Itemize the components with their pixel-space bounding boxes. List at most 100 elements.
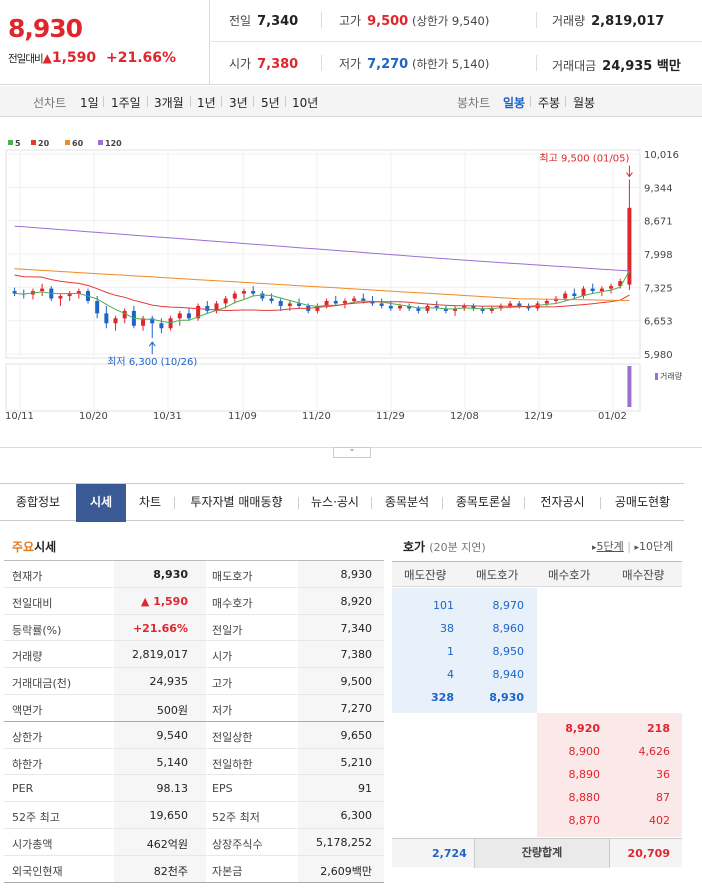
candle-body [572, 293, 577, 297]
total-ask-qty: 2,724 [432, 847, 467, 860]
ask-row[interactable]: 4 8,940 [392, 663, 682, 686]
row-value-right: 9,650 [340, 728, 373, 742]
bid-price: 8,880 [568, 791, 601, 804]
row-value-left: 2,819,017 [132, 648, 188, 662]
nav-quote[interactable]: 시세 [76, 484, 126, 522]
nav-summary[interactable]: 종합정보 [0, 484, 76, 522]
summary-row-1: 전일 7,340 고가 9,500 (상한가 9,540) 거래량 2,819,017 [211, 0, 702, 42]
candle-body [333, 300, 338, 304]
row-label-right: 전일상한 [212, 730, 253, 744]
legend-swatch [31, 140, 36, 145]
ask-row[interactable]: 328 8,930 [392, 686, 682, 709]
candle-body [287, 303, 292, 306]
candle-body [186, 313, 191, 319]
tab-candle-weekly[interactable]: 주봉 [538, 94, 560, 111]
orderbook-total: 2,724 잔량합계 20,709 [392, 838, 682, 868]
nav-chart[interactable]: 차트 [126, 484, 174, 522]
x-tick-label: 01/02 [598, 411, 627, 422]
volume-bar [627, 366, 632, 407]
depth-5-link[interactable]: 5단계 [597, 540, 624, 553]
quote-row: 거래대금(천) 24,935 고가 9,500 [4, 668, 384, 695]
bid-qty: 4,626 [638, 745, 671, 758]
bid-row[interactable]: 8,870 402 [392, 809, 682, 832]
tab-period-3m[interactable]: 3개월 [154, 94, 184, 111]
bid-row[interactable]: 8,880 87 [392, 786, 682, 809]
quote-row: 액면가 500원 저가 7,270 [4, 694, 384, 722]
bid-row[interactable]: 8,900 4,626 [392, 740, 682, 763]
candle-body [342, 300, 347, 304]
bid-row[interactable]: 8,920 218 [392, 717, 682, 740]
delay-note: (20분 지연) [429, 541, 486, 554]
row-label-right: 매도호가 [212, 570, 253, 583]
change-label: 전일대비 [8, 53, 44, 65]
tab-period-1y[interactable]: 1년 [197, 94, 216, 111]
tab-period-5y[interactable]: 5년 [261, 94, 280, 111]
candle-body [416, 308, 421, 311]
x-tick-label: 12/08 [450, 411, 479, 422]
row-label-right: EPS [212, 782, 233, 796]
tab-period-1w[interactable]: 1주일 [111, 94, 141, 111]
tab-period-10y[interactable]: 10년 [292, 94, 318, 111]
row-label-left: 등락률(%) [12, 623, 62, 637]
candle-body [508, 303, 513, 306]
nav-analysis[interactable]: 종목분석 [372, 484, 442, 522]
candle-body [398, 305, 402, 309]
row-value-right: 8,930 [340, 568, 373, 581]
open-label: 시가 [229, 57, 252, 71]
candle-body [544, 300, 549, 304]
row-value-left: 8,930 [153, 568, 188, 581]
bid-row[interactable]: 8,890 36 [392, 763, 682, 786]
quote-row: 52주 최고 19,650 52주 최저 6,300 [4, 802, 384, 829]
chevron-up-icon[interactable]: ⌃ [333, 447, 371, 458]
ask-row[interactable]: 101 8,970 [392, 594, 682, 617]
total-label: 잔량합계 [474, 839, 610, 868]
row-value-right: 6,300 [340, 809, 373, 823]
up-arrow-icon: ▲ [42, 51, 52, 65]
row-value-left: 462억원 [146, 837, 188, 851]
tab-candle-monthly[interactable]: 월봉 [573, 94, 595, 111]
nav-news[interactable]: 뉴스·공시 [299, 484, 371, 522]
legend-swatch [8, 140, 13, 145]
candle-body [251, 291, 256, 294]
tab-candle-daily[interactable]: 일봉 [503, 94, 525, 111]
bid-price: 8,900 [568, 745, 601, 758]
ask-row[interactable]: 38 8,960 [392, 617, 682, 640]
quote-row: 거래량 2,819,017 시가 7,380 [4, 641, 384, 669]
legend-label: 20 [38, 139, 50, 148]
nav-disclosure[interactable]: 전자공시 [525, 484, 600, 522]
upper-limit: (상한가 9,540) [412, 14, 490, 28]
bid-price: 8,920 [565, 722, 600, 735]
tab-period-1d[interactable]: 1일 [80, 94, 99, 111]
depth-10-link[interactable]: 10단계 [639, 540, 673, 553]
row-label-left: 전일대비 [12, 596, 53, 610]
x-tick-label: 10/11 [5, 411, 34, 422]
line-chart-label: 선차트 [33, 96, 67, 110]
ask-row[interactable]: 1 8,950 [392, 640, 682, 663]
max-price-annotation: 최고 9,500 (01/05) [539, 153, 629, 165]
legend-swatch [65, 140, 70, 145]
candle-body [379, 303, 384, 306]
row-label-right: 전일가 [212, 623, 243, 637]
col-bid-price: 매수호가 [548, 568, 591, 582]
low-label: 저가 [339, 57, 362, 71]
candle-body [563, 293, 568, 299]
x-tick-label: 12/19 [524, 411, 553, 422]
legend-label: 5 [15, 139, 21, 148]
row-value-left: 19,650 [149, 809, 189, 823]
y-tick-label: 8,671 [644, 217, 673, 228]
current-price-box: 8,930 전일대비▲1,590 +21.66% [0, 0, 210, 85]
legend-label: 120 [105, 139, 122, 148]
nav-investor-trend[interactable]: 투자자별 매매동향 [175, 484, 298, 522]
tab-period-3y[interactable]: 3년 [229, 94, 248, 111]
row-label-right: 52주 최저 [212, 811, 260, 825]
price-chart[interactable]: 5 20 60 120 10,016 9,344 8,671 7,998 7,325 6,653 5… [0, 118, 702, 448]
row-label-right: 고가 [212, 677, 233, 691]
ma120-line [14, 225, 630, 272]
nav-short-selling[interactable]: 공매도현황 [601, 484, 684, 522]
price-change: 전일대비▲1,590 +21.66% [8, 50, 176, 66]
open-value: 7,380 [257, 57, 299, 72]
candle-body [269, 298, 274, 301]
nav-forum[interactable]: 종목토론실 [443, 484, 524, 522]
main-quote-title: 주요시세 [12, 540, 57, 554]
y-tick-label: 7,325 [644, 283, 673, 294]
